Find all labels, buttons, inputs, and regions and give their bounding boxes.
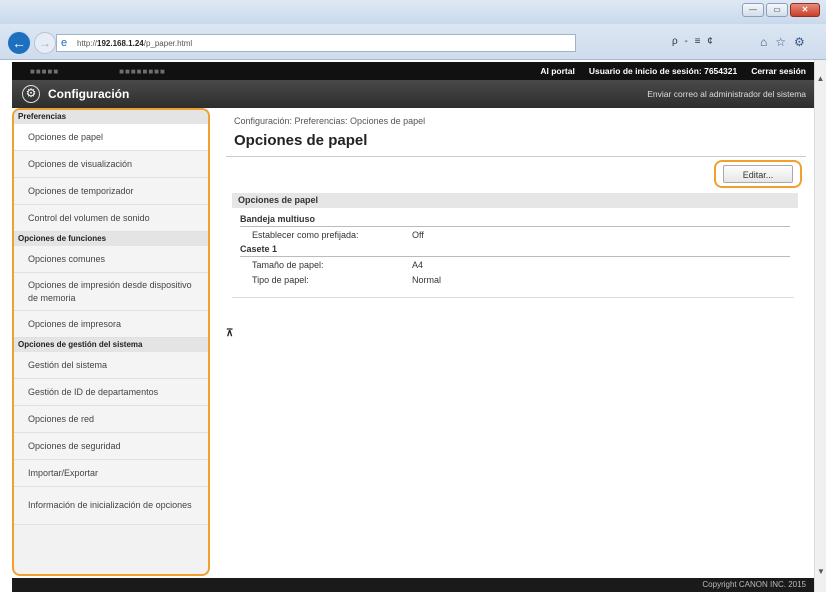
portal-link[interactable]: Al portal [540, 66, 574, 76]
minimize-button[interactable]: — [742, 3, 764, 17]
sidebar-item-opciones-de-visualizacion[interactable]: Opciones de visualización [14, 151, 208, 178]
edit-button[interactable]: Editar... [723, 165, 793, 183]
page-title: Opciones de papel [234, 132, 368, 149]
back-button[interactable]: ← [6, 30, 32, 56]
scroll-up-icon[interactable]: ▲ [815, 74, 826, 83]
maximize-button[interactable]: ▭ [766, 3, 788, 17]
forward-button[interactable]: → [34, 32, 56, 54]
page-topbar: ■■■■■ ■■■■■■■■ Al portal Usuario de inic… [12, 62, 814, 80]
browser-titlebar: — ▭ ✕ [0, 0, 826, 24]
main-content: Configuración: Preferencias: Opciones de… [226, 116, 806, 339]
sidebar-item-opciones-de-red[interactable]: Opciones de red [14, 406, 208, 433]
panel-title: Opciones de papel [232, 193, 798, 208]
setting-row: Tipo de papel: Normal [232, 272, 798, 287]
scrollbar[interactable]: ▲ ▼ [814, 60, 826, 592]
setting-row: Tamaño de papel: A4 [232, 257, 798, 272]
url-path: /p_paper.html [143, 38, 193, 48]
sidebar-item-opciones-comunes[interactable]: Opciones comunes [14, 246, 208, 273]
gear-icon: ⚙ [22, 85, 40, 103]
panel-divider [232, 297, 794, 298]
group-title-casete: Casete 1 [240, 244, 278, 254]
sidebar-item-opciones-de-temporizador[interactable]: Opciones de temporizador [14, 178, 208, 205]
sidebar-item-inicializacion-opciones[interactable]: Información de inicialización de opcione… [14, 487, 208, 525]
browser-logo-icon: e [61, 37, 68, 49]
sidebar-section-opciones-de-funciones: Opciones de funciones [14, 232, 208, 246]
sidebar-item-gestion-id-departamentos[interactable]: Gestión de ID de departamentos [14, 379, 208, 406]
sidebar-section-preferencias: Preferencias [14, 110, 208, 124]
title-divider [226, 156, 806, 157]
setting-label: Tipo de papel: [252, 274, 309, 285]
back-to-top-icon[interactable]: ⊼ [226, 328, 233, 339]
scroll-down-icon[interactable]: ▼ [815, 567, 826, 576]
home-icon[interactable]: ⌂ [760, 35, 767, 49]
setting-label: Establecer como prefijada: [252, 229, 359, 240]
footer: Copyright CANON INC. 2015 [12, 578, 814, 592]
sidebar-section-gestion-del-sistema: Opciones de gestión del sistema [14, 338, 208, 352]
sidebar-item-opciones-de-papel[interactable]: Opciones de papel [14, 124, 208, 151]
close-button[interactable]: ✕ [790, 3, 820, 17]
sidebar-item-opciones-de-impresora[interactable]: Opciones de impresora [14, 311, 208, 338]
url-host: 192.168.1.24 [97, 38, 144, 48]
sidebar-item-gestion-del-sistema[interactable]: Gestión del sistema [14, 352, 208, 379]
sidebar-item-impresion-memoria[interactable]: Opciones de impresión desde dispositivo … [14, 273, 208, 311]
logout-link[interactable]: Cerrar sesión [751, 66, 806, 76]
url-input[interactable]: e http:// 192.168.1.24 /p_paper.html [56, 34, 576, 52]
group-title-bandeja: Bandeja multiuso [240, 214, 316, 224]
setting-label: Tamaño de papel: [252, 259, 324, 270]
sidebar-item-control-volumen[interactable]: Control del volumen de sonido [14, 205, 208, 232]
sidebar-item-importar-exportar[interactable]: Importar/Exportar [14, 460, 208, 487]
config-header: ⚙ Configuración Enviar correo al adminis… [12, 80, 814, 108]
setting-value: A4 [412, 259, 424, 270]
url-prefix: http:// [77, 38, 98, 48]
sidebar: Preferencias Opciones de papel Opciones … [12, 108, 210, 576]
user-label: Usuario de inicio de sesión: [588, 66, 702, 76]
edit-button-highlight: Editar... [714, 160, 802, 188]
topbar-links: Al portal Usuario de inicio de sesión: 7… [540, 66, 814, 76]
setting-value: Normal [412, 274, 442, 285]
page-section-title: Configuración [48, 87, 130, 101]
setting-value: Off [412, 229, 424, 240]
browser-toolbar-icons: ⌂ ☆ ⚙ [760, 35, 805, 49]
url-tools[interactable]: ρ - ≡ ¢ [672, 36, 715, 47]
setting-row: Establecer como prefijada: Off [232, 227, 798, 242]
model-logo: ■■■■■■■■ [119, 66, 166, 76]
settings-icon[interactable]: ⚙ [794, 35, 805, 49]
user-id: 7654321 [704, 66, 738, 76]
sidebar-item-opciones-de-seguridad[interactable]: Opciones de seguridad [14, 433, 208, 460]
arrow-right-icon: → [39, 36, 51, 50]
arrow-left-icon: ← [12, 35, 26, 51]
star-icon[interactable]: ☆ [775, 35, 786, 49]
mail-admin-link[interactable]: Enviar correo al administrador del siste… [647, 89, 814, 99]
brand-logo: ■■■■■ [30, 66, 60, 76]
user-info: Usuario de inicio de sesión: 7654321 [589, 66, 737, 76]
window-controls: — ▭ ✕ [742, 3, 820, 17]
settings-panel: Opciones de papel Bandeja multiuso Estab… [232, 193, 798, 298]
breadcrumb: Configuración: Preferencias: Opciones de… [234, 116, 426, 126]
browser-address-bar: ← → e http:// 192.168.1.24 /p_paper.html… [0, 24, 826, 60]
